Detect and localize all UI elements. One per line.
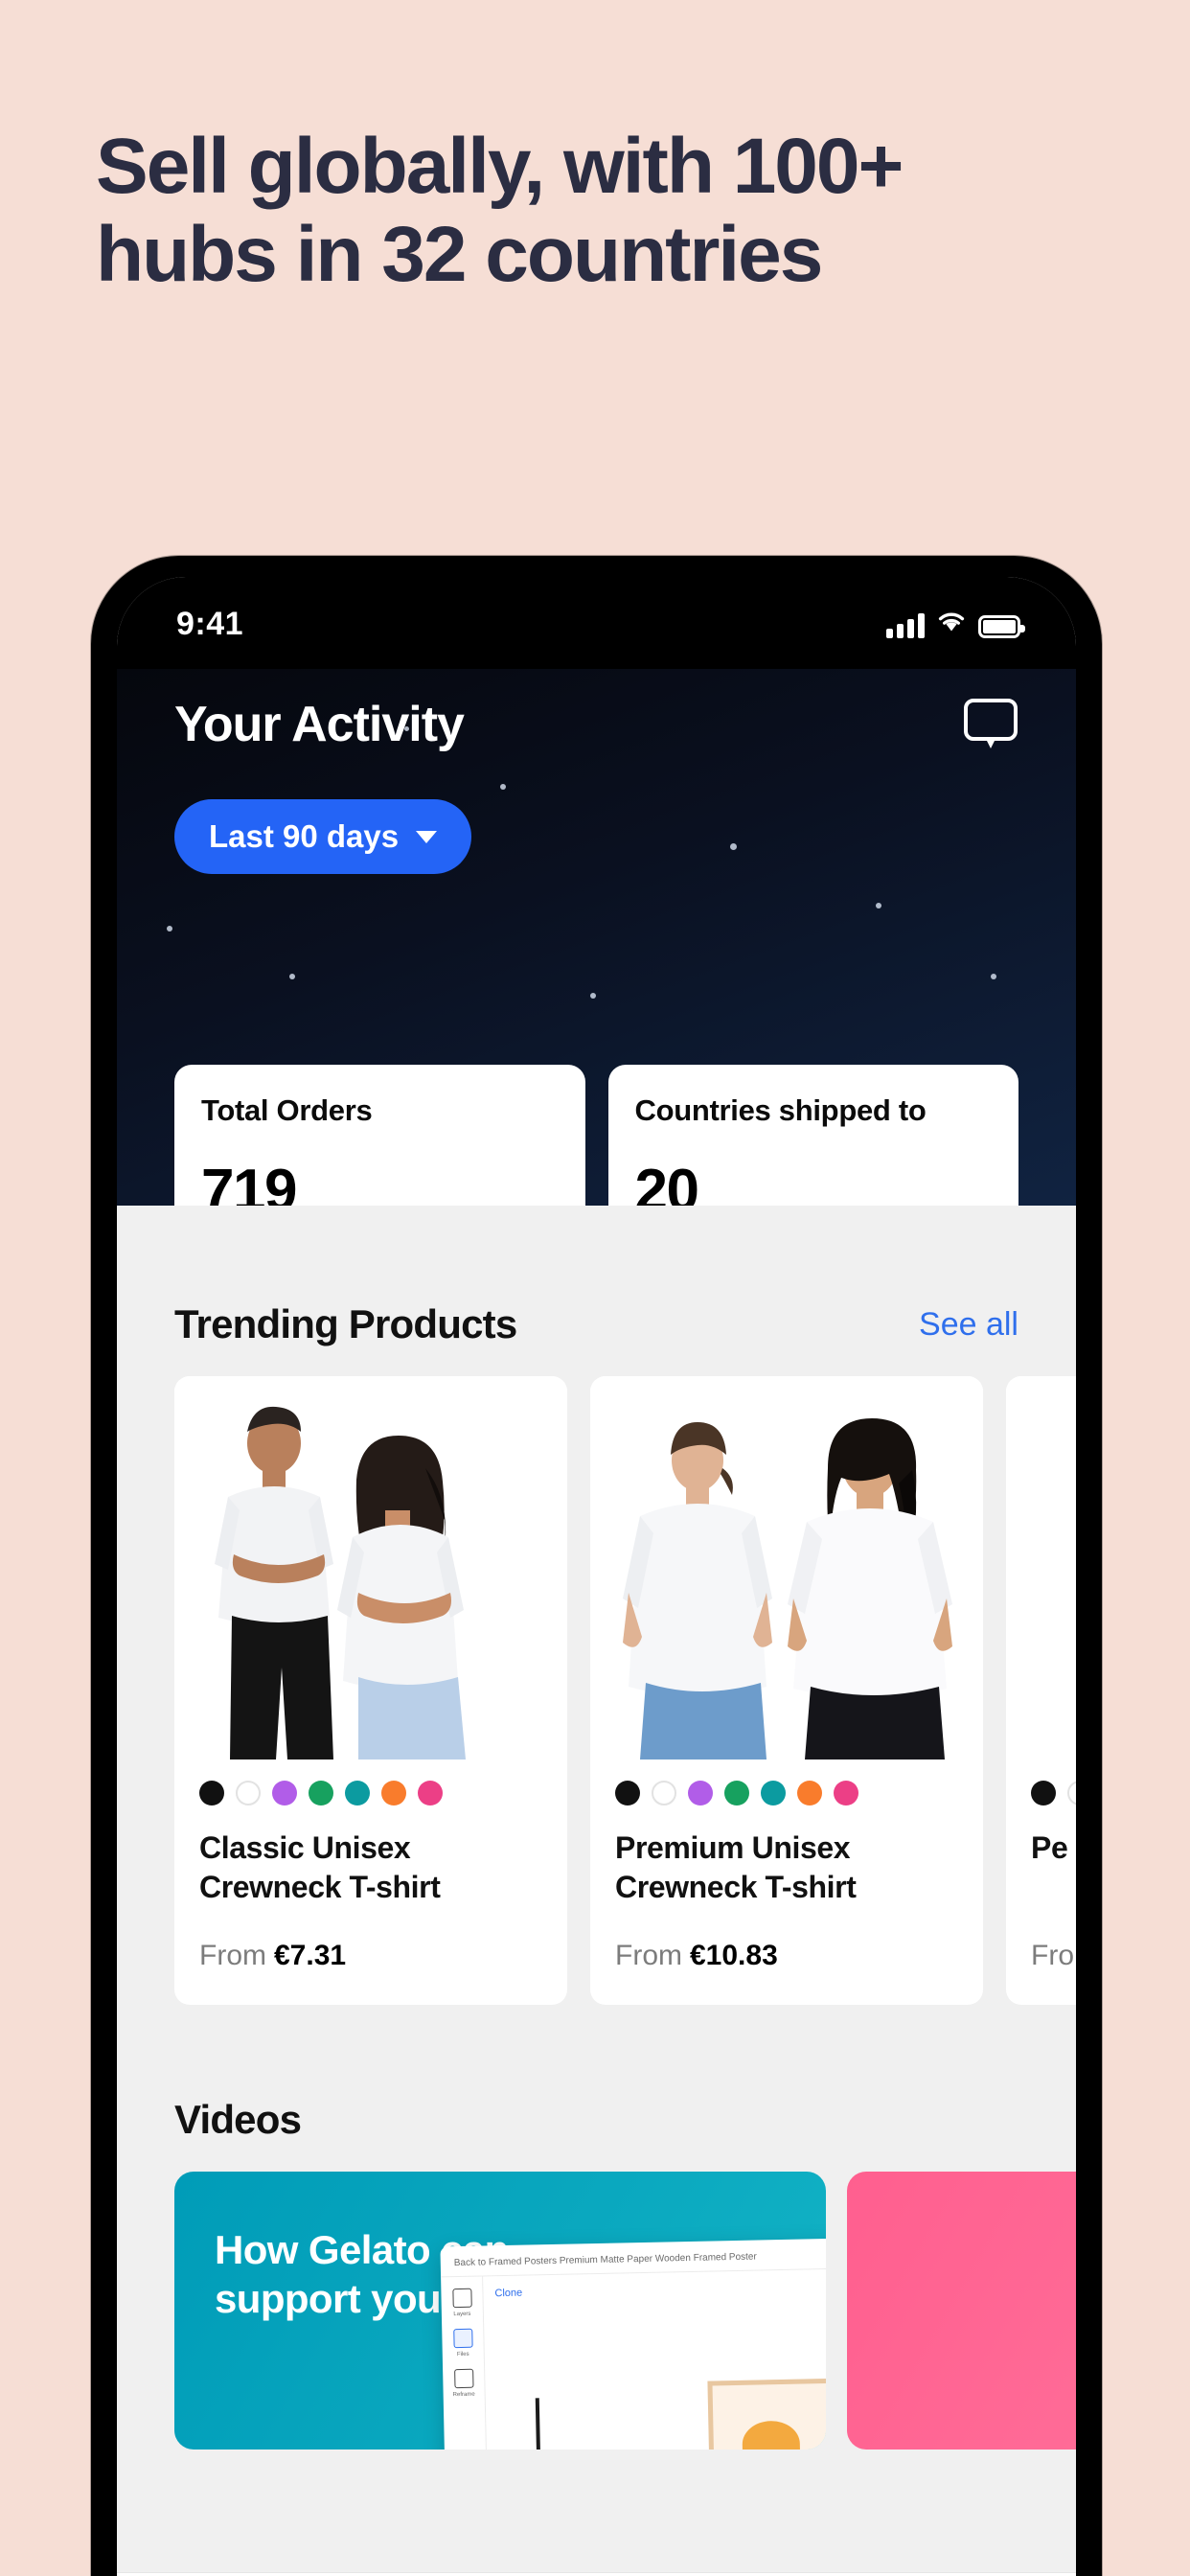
product-info: Premium Unisex Crewneck T-shirt From €10.… (590, 1760, 983, 2005)
trending-products-carousel[interactable]: Classic Unisex Crewneck T-shirt From €7.3… (117, 1376, 1076, 2005)
color-swatches[interactable] (615, 1781, 958, 1806)
product-card[interactable]: Classic Unisex Crewneck T-shirt From €7.3… (174, 1376, 567, 2005)
product-image (174, 1376, 567, 1760)
activity-hero: Your Activity Last 90 days Total Orders … (117, 669, 1076, 1206)
reframe-tool-icon (453, 2368, 474, 2389)
chat-bubble-icon[interactable] (963, 698, 1018, 751)
product-price: Fro (1031, 1940, 1076, 1972)
product-image (1006, 1376, 1076, 1760)
swatch-pink[interactable] (834, 1781, 858, 1806)
swatch-purple[interactable] (688, 1781, 713, 1806)
section-title: Videos (174, 2097, 302, 2142)
swatch-black[interactable] (615, 1781, 640, 1806)
swatch-purple[interactable] (272, 1781, 297, 1806)
battery-full-icon (978, 615, 1025, 638)
notch (390, 577, 803, 632)
date-range-filter[interactable]: Last 90 days (174, 799, 472, 874)
product-title: Premium Unisex Crewneck T-shirt (615, 1830, 857, 1904)
stat-label: Total Orders (201, 1093, 373, 1127)
price-value: €10.83 (690, 1940, 778, 1971)
main-content: Trending Products See all Classic Unisex… (117, 1206, 1076, 2576)
trending-products-header: Trending Products See all (117, 1301, 1076, 1347)
product-title: Classic Unisex Crewneck T-shirt (199, 1830, 441, 1904)
color-swatches[interactable] (199, 1781, 542, 1806)
product-info: Pe Cr Fro (1006, 1760, 1076, 2005)
pen-illustration (535, 2398, 541, 2450)
swatch-white[interactable] (1067, 1781, 1076, 1806)
stat-label: Countries shipped to (634, 1093, 927, 1127)
cellular-signal-icon (886, 613, 925, 638)
section-title: Trending Products (174, 1301, 517, 1346)
clone-link: Clone (494, 2287, 523, 2300)
swatch-teal[interactable] (345, 1781, 370, 1806)
layers-tool-icon (451, 2288, 472, 2309)
swatch-pink[interactable] (418, 1781, 443, 1806)
star-dot (730, 843, 737, 850)
videos-carousel[interactable]: How Gelato can support your Back to Fram… (117, 2172, 1076, 2450)
star-dot (289, 974, 295, 979)
product-price: From €7.31 (199, 1940, 542, 1972)
swatch-green[interactable] (309, 1781, 333, 1806)
star-dot (876, 903, 881, 908)
stat-card-total-orders[interactable]: Total Orders 719 (174, 1065, 585, 1206)
swatch-teal[interactable] (761, 1781, 786, 1806)
video-thumbnail-screenshot: Back to Framed Posters Premium Matte Pap… (440, 2238, 826, 2450)
tool-label: Reframe (452, 2391, 475, 2399)
swatch-white[interactable] (652, 1781, 676, 1806)
stat-value: 20 (634, 1158, 699, 1206)
video-card[interactable]: How Gelato can support your Back to Fram… (174, 2172, 826, 2450)
tool-label: Layers (453, 2311, 471, 2318)
stat-value: 719 (201, 1158, 297, 1206)
videos-header: Videos (117, 2097, 1076, 2143)
status-indicators (886, 608, 1025, 638)
price-value: €7.31 (274, 1940, 347, 1971)
price-prefix: From (615, 1940, 682, 1971)
swatch-black[interactable] (1031, 1781, 1056, 1806)
wifi-icon (936, 609, 967, 638)
thumbnail-toolbar: Layers Files Reframe (441, 2276, 488, 2450)
product-card[interactable]: Pe Cr Fro (1006, 1376, 1076, 2005)
see-all-link[interactable]: See all (919, 1306, 1018, 1344)
chevron-down-icon (416, 830, 438, 843)
swatch-white[interactable] (236, 1781, 261, 1806)
page-title: Your Activity (174, 697, 465, 752)
hero-header: Your Activity (117, 669, 1076, 753)
status-time: 9:41 (176, 606, 244, 642)
tool-label: Files (456, 2351, 469, 2358)
star-dot (500, 784, 506, 790)
swatch-orange[interactable] (797, 1781, 822, 1806)
phone-frame: 9:41 Your Activity Last 90 days Total Or… (91, 556, 1102, 2576)
status-bar: 9:41 (117, 577, 1076, 669)
videos-section: Videos How Gelato can support your Back … (117, 2097, 1076, 2450)
product-info: Classic Unisex Crewneck T-shirt From €7.3… (174, 1760, 567, 2005)
product-image (590, 1376, 983, 1760)
swatch-green[interactable] (724, 1781, 749, 1806)
date-range-label: Last 90 days (209, 818, 400, 854)
framed-poster-preview (707, 2378, 826, 2450)
swatch-black[interactable] (199, 1781, 224, 1806)
files-tool-icon (452, 2328, 473, 2349)
swatch-orange[interactable] (381, 1781, 406, 1806)
stat-card-countries-shipped[interactable]: Countries shipped to 20 (607, 1065, 1018, 1206)
bottom-navigation: Home Orders (117, 2572, 1076, 2576)
video-card[interactable] (847, 2172, 1076, 2450)
product-card[interactable]: Premium Unisex Crewneck T-shirt From €10.… (590, 1376, 983, 2005)
star-dot (590, 993, 596, 999)
price-prefix: From (199, 1940, 266, 1971)
product-title: Pe Cr (1031, 1830, 1076, 1865)
marketing-headline: Sell globally, with 100+ hubs in 32 coun… (96, 123, 904, 298)
star-dot (991, 974, 996, 979)
product-price: From €10.83 (615, 1940, 958, 1972)
star-dot (167, 926, 172, 932)
color-swatches[interactable] (1031, 1781, 1076, 1806)
price-prefix: Fro (1031, 1940, 1074, 1971)
stats-row: Total Orders 719 Countries shipped to 20 (117, 1065, 1076, 1206)
phone-screen: 9:41 Your Activity Last 90 days Total Or… (117, 577, 1076, 2576)
